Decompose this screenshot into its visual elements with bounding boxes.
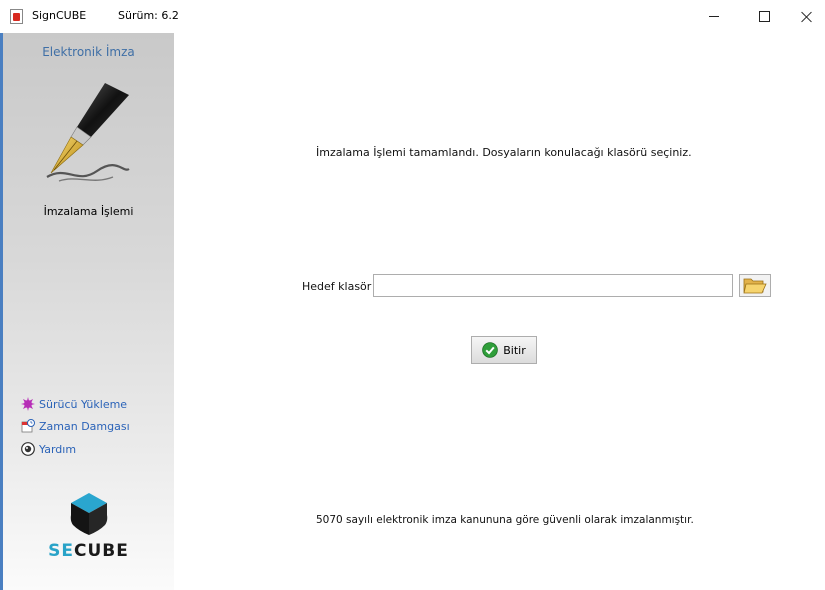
title-bar: SignCUBE Sürüm: 6.2: [0, 0, 825, 33]
sidebar-link-help[interactable]: Yardım: [21, 441, 76, 457]
sidebar-link-label: Zaman Damgası: [39, 419, 130, 433]
logo-rest-text: CUBE: [74, 541, 129, 561]
minimize-icon: [709, 16, 719, 17]
finish-button-label: Bitir: [503, 343, 526, 357]
minimize-button[interactable]: [691, 0, 737, 33]
status-message: İmzalama İşlemi tamamlandı. Dosyaların k…: [316, 146, 692, 159]
check-icon: [482, 342, 499, 358]
legal-footer-note: 5070 sayılı elektronik imza kanununa gör…: [316, 514, 694, 526]
sidebar-current-step: İmzalama İşlemi: [43, 205, 134, 218]
app-title: SignCUBE: [32, 9, 87, 22]
secube-logo-icon: [70, 493, 108, 535]
sidebar-link-driver-install[interactable]: Sürücü Yükleme: [21, 396, 127, 412]
fountain-pen-icon: [46, 83, 130, 182]
app-icon: [10, 9, 23, 24]
maximize-button[interactable]: [741, 0, 787, 33]
finish-button[interactable]: Bitir: [471, 336, 537, 364]
browse-folder-button[interactable]: [739, 274, 771, 297]
sidebar-link-label: Yardım: [39, 442, 77, 456]
target-folder-label: Hedef klasör: [302, 280, 372, 293]
maximize-icon: [758, 11, 770, 22]
driver-install-icon: [21, 397, 35, 411]
target-folder-input[interactable]: [373, 274, 733, 297]
sidebar-title: Elektronik İmza: [42, 45, 135, 59]
help-icon: [21, 442, 35, 456]
app-version: Sürüm: 6.2: [118, 9, 179, 22]
secube-logo-text: SECUBE: [3, 541, 174, 561]
logo-accent-text: SE: [48, 541, 74, 561]
sidebar-link-label: Sürücü Yükleme: [39, 397, 128, 411]
timestamp-icon: [21, 419, 35, 433]
close-icon: [801, 11, 813, 23]
sidebar-link-timestamp[interactable]: Zaman Damgası: [21, 418, 130, 434]
close-button[interactable]: [784, 0, 825, 33]
folder-open-icon: [743, 278, 767, 293]
sidebar: Elektronik İmza İmzalama İşlemi Sürücü Y…: [3, 33, 174, 590]
